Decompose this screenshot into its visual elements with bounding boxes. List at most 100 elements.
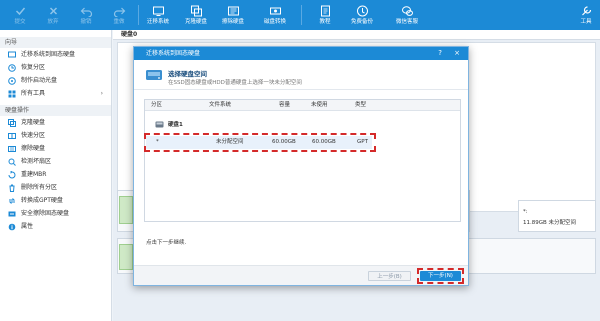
sidebar-item-quick-partition[interactable]: 快速分区 [0, 129, 111, 142]
sidebar-item-recover-partition[interactable]: 恢复分区 [0, 61, 111, 74]
column-unused: 未使用 [311, 102, 328, 108]
wipe-disk-button[interactable]: 擦除硬盘 [219, 0, 247, 30]
disk-space-table: 分区 文件系统 容量 未使用 类型 硬盘1 * 未分配空间 60.00GB 60… [144, 99, 461, 222]
sidebar-item-delete-all-partitions[interactable]: 删除所有分区 [0, 181, 111, 194]
sidebar-item-label: 安全擦除固态硬盘 [21, 210, 70, 217]
unallocated-size: 11.89GB 未分配空间 [523, 220, 577, 226]
instruction-text: 点击下一步继续. [146, 240, 187, 246]
disk-icon [155, 121, 164, 128]
sidebar-item-label: 删除所有分区 [21, 184, 58, 191]
cancel-icon [49, 7, 57, 15]
dialog-header: 选择硬盘空间 在SSD固态硬盘或HDD普通硬盘上选择一块未分配空间 [134, 60, 468, 90]
dialog-heading: 选择硬盘空间 [168, 70, 207, 78]
help-icon[interactable]: ? [438, 47, 442, 60]
sidebar-item-label: 所有工具 [21, 90, 46, 97]
redo-label: 重做 [113, 19, 125, 25]
unallocated-panel[interactable]: *: 11.89GB 未分配空间 [518, 200, 596, 232]
sidebar-item-label: 快速分区 [21, 132, 46, 139]
backup-icon [356, 5, 368, 17]
migrate-icon [8, 51, 16, 58]
clone-disk-button[interactable]: 克隆硬盘 [182, 0, 210, 30]
column-type: 类型 [355, 102, 367, 108]
discard-button[interactable]: 放弃 [41, 0, 65, 30]
clone-icon [8, 119, 16, 127]
wizard-section-title: 向导 [0, 37, 111, 48]
column-file-system: 文件系统 [209, 102, 232, 108]
wipe-disk-icon [227, 6, 239, 16]
free-backup-button[interactable]: 免费备份 [348, 0, 376, 30]
sidebar-item-rebuild-mbr[interactable]: 重建MBR [0, 168, 111, 181]
chevron-right-icon: › [100, 90, 103, 97]
sidebar-item-label: 克隆硬盘 [21, 119, 46, 126]
convert-disk-label: 磁盘转换 [263, 19, 286, 25]
sidebar-item-label: 擦除硬盘 [21, 145, 46, 152]
clone-disk-icon [190, 5, 202, 17]
next-button-highlight [417, 268, 464, 284]
sidebar-item-convert-gpt[interactable]: 转换成GPT硬盘 [0, 194, 111, 207]
undo-label: 撤销 [80, 19, 92, 25]
disk-header: 硬盘0 [113, 30, 600, 40]
sidebar-item-erase-disk[interactable]: 擦除硬盘 [0, 142, 111, 155]
disk-map-partition[interactable] [119, 196, 133, 224]
dialog-title: 迁移系统到固态硬盘 [146, 50, 201, 57]
bad-sector-icon [8, 158, 16, 166]
column-capacity: 容量 [279, 102, 291, 108]
all-tools-icon [8, 90, 16, 98]
clone-disk-label: 克隆硬盘 [184, 19, 207, 25]
hard-drive-icon [146, 70, 162, 80]
tutorial-label: 教程 [319, 19, 331, 25]
sidebar-item-properties[interactable]: 属性 [0, 220, 111, 233]
dialog-button-bar: 上一步(B) 下一步(N) [134, 265, 468, 285]
wipe-disk-label: 擦除硬盘 [221, 19, 244, 25]
tutorial-icon [320, 5, 330, 17]
dialog-titlebar: 迁移系统到固态硬盘 ? × [134, 47, 468, 60]
selection-highlight [144, 133, 376, 152]
sidebar-item-all-tools[interactable]: 所有工具 › [0, 87, 111, 100]
dialog-description: 在SSD固态硬盘或HDD普通硬盘上选择一块未分配空间 [168, 80, 302, 86]
convert-disk-button[interactable]: 磁盘转换 [261, 0, 289, 30]
sidebar-item-label: 属性 [21, 223, 34, 230]
wechat-support-button[interactable]: 微信客服 [393, 0, 421, 30]
recover-icon [8, 64, 16, 72]
disk-name: 硬盘1 [168, 122, 183, 128]
migrate-os-dialog: 迁移系统到固态硬盘 ? × 选择硬盘空间 在SSD固态硬盘或HDD普通硬盘上选择… [133, 46, 469, 286]
redo-button[interactable]: 重做 [107, 0, 131, 30]
quick-partition-icon [8, 133, 16, 139]
back-button[interactable]: 上一步(B) [368, 271, 411, 281]
sidebar-item-label: 检测坏扇区 [21, 158, 52, 165]
undo-button[interactable]: 撤销 [74, 0, 98, 30]
sidebar-item-secure-erase-ssd[interactable]: 安全擦除固态硬盘 [0, 207, 111, 220]
erase-icon [8, 146, 16, 152]
wechat-icon [401, 6, 413, 16]
migrate-os-icon [152, 6, 164, 16]
wechat-support-label: 微信客服 [395, 19, 418, 25]
unallocated-marker: *: [523, 209, 528, 215]
sidebar-item-clone-disk[interactable]: 克隆硬盘 [0, 116, 111, 129]
submit-label: 提交 [14, 19, 26, 25]
submit-button[interactable]: 提交 [8, 0, 32, 30]
sidebar-item-label: 制作启动光盘 [21, 77, 58, 84]
check-icon [15, 7, 25, 16]
toolbar-separator [138, 5, 139, 25]
migrate-os-button[interactable]: 迁移系统 [144, 0, 172, 30]
close-icon[interactable]: × [454, 47, 460, 60]
toolbar-separator [301, 5, 302, 25]
gpt-icon [8, 198, 16, 204]
disk-map-partition-2[interactable] [119, 244, 133, 270]
redo-icon [113, 7, 125, 17]
sidebar-item-label: 迁移系统到固态硬盘 [21, 51, 76, 58]
convert-disk-icon [269, 7, 281, 15]
tools-label: 工具 [580, 19, 592, 25]
boot-disc-icon [8, 77, 16, 85]
migrate-os-label: 迁移系统 [146, 19, 169, 25]
disk-row[interactable]: 硬盘1 [145, 119, 460, 131]
sidebar-item-boot-disc[interactable]: 制作启动光盘 [0, 74, 111, 87]
tutorial-button[interactable]: 教程 [313, 0, 337, 30]
table-header: 分区 文件系统 容量 未使用 类型 [145, 100, 460, 111]
tools-button[interactable]: 工具 [576, 0, 596, 30]
discard-label: 放弃 [47, 19, 59, 25]
sidebar-item-check-bad-sectors[interactable]: 检测坏扇区 [0, 155, 111, 168]
properties-icon [8, 223, 16, 231]
disk-ops-section-title: 硬盘操作 [0, 105, 111, 116]
sidebar-item-migrate-os[interactable]: 迁移系统到固态硬盘 [0, 48, 111, 61]
